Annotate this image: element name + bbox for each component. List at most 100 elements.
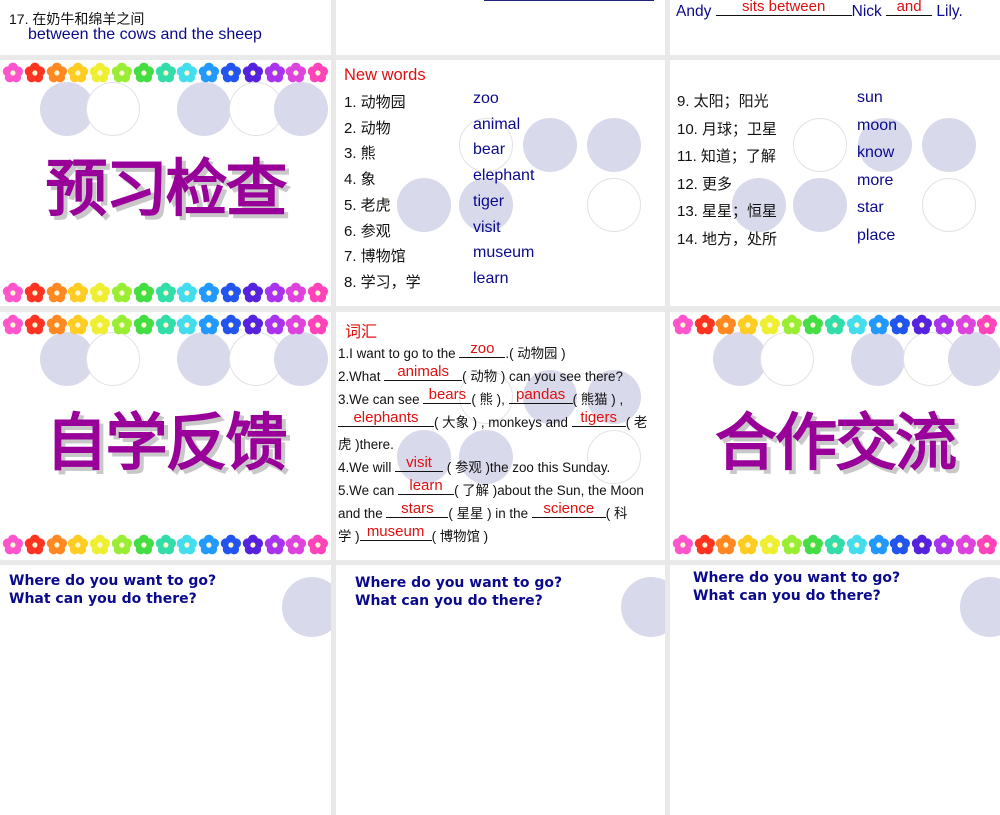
flower-icon xyxy=(737,534,759,556)
slide-thumbnail-new-words-2[interactable]: 9. 太阳；阳光 sun 10. 月球；卫星 moon 11. 知道；了解 know 12.… xyxy=(670,60,1000,306)
flower-icon xyxy=(802,534,824,556)
flower-icon xyxy=(933,534,955,556)
exercise-line-4: elephants( 大象 ) , monkeys and tigers( 老 xyxy=(338,410,665,434)
flower-icon xyxy=(242,314,264,336)
sentence-word-andy: Andy xyxy=(676,3,712,20)
exercise-line-7: 5.We can learn( 了解 )about the Sun, the M… xyxy=(338,477,644,498)
sentence-word-lily: Lily. xyxy=(936,3,963,20)
answer-blank: stars xyxy=(386,501,449,518)
answer-blank: pandas xyxy=(508,387,573,404)
exercise-heading: 词汇 xyxy=(345,324,378,341)
flower-icon xyxy=(264,314,286,336)
flower-icon xyxy=(868,534,890,556)
decor-circle xyxy=(274,332,328,386)
slide-thumbnail-cooperation[interactable]: 合作交流 xyxy=(670,312,1000,560)
decor-circle xyxy=(793,118,847,172)
slide-thumbnail-preview-check[interactable]: 预习检查 xyxy=(0,60,331,306)
flower-icon xyxy=(176,282,198,304)
sentence-word-nick: Nick xyxy=(851,3,882,20)
vocab-item-en: museum xyxy=(473,244,535,262)
decor-circle xyxy=(523,118,577,172)
decor-circle xyxy=(922,118,976,172)
flower-icon xyxy=(155,314,177,336)
decor-circle xyxy=(922,178,976,232)
flower-icon xyxy=(2,314,24,336)
vocab-item-en: learn xyxy=(473,269,509,287)
flower-icon xyxy=(781,314,803,336)
slide-title: 合作交流 xyxy=(714,406,957,479)
decor-circle xyxy=(86,332,140,386)
flower-icon xyxy=(24,282,46,304)
flower-icon xyxy=(672,534,694,556)
flower-icon xyxy=(111,282,133,304)
vocab-item-cn: 8. 学习，学 xyxy=(344,273,421,291)
flower-icon xyxy=(220,282,242,304)
decor-circle xyxy=(760,332,814,386)
flower-icon xyxy=(824,314,846,336)
slide-thumbnail-questions-3[interactable]: Where do you want to go? What can you do… xyxy=(670,565,1000,815)
flower-icon xyxy=(824,534,846,556)
vocab-item-cn: 5. 老虎 xyxy=(344,196,391,214)
question-1: Where do you want to go? xyxy=(693,570,901,586)
vocab-item-cn: 10. 月球；卫星 xyxy=(677,120,778,138)
decor-circle xyxy=(177,332,231,386)
flower-icon xyxy=(2,534,24,556)
vocab-item-17-en: between the cows and the sheep xyxy=(28,26,262,43)
flower-icon xyxy=(802,314,824,336)
slide-thumbnail-self-study[interactable]: 自学反馈 xyxy=(0,312,331,560)
flower-border-bottom xyxy=(2,532,329,558)
exercise-body: 1.I want to go to the zoo .( 动物园 ) 2.What… xyxy=(338,341,665,548)
flower-icon xyxy=(67,314,89,336)
slide-thumbnail-questions-1[interactable]: Where do you want to go? What can you do… xyxy=(0,565,331,815)
vocab-item-cn: 11. 知道；了解 xyxy=(677,148,776,165)
exercise-line-3: 3.We can see bears( 熊 ), pandas( 熊猫 ) , xyxy=(338,386,624,407)
decor-circle xyxy=(960,577,1000,637)
answer-blank: tigers xyxy=(571,410,626,427)
flower-border-bottom xyxy=(2,280,329,306)
vocab-item-cn: 4. 象 xyxy=(344,171,376,189)
slide-title: 预习检查 xyxy=(45,152,287,225)
exercise-line-9: 学 ) museum( 博物馆 ) xyxy=(338,523,489,544)
flower-icon xyxy=(89,534,111,556)
vocab-item-cn: 1. 动物园 xyxy=(344,94,406,111)
flower-icon xyxy=(911,534,933,556)
flower-icon xyxy=(672,314,694,336)
decor-circle xyxy=(793,178,847,232)
slide-thumbnail-vocab-17[interactable]: 17. 在奶牛和绵羊之间 between the cows and the sh… xyxy=(0,0,331,55)
flower-icon xyxy=(111,62,133,84)
flower-border-bottom xyxy=(672,532,998,558)
flower-icon xyxy=(285,282,307,304)
flower-icon xyxy=(307,62,329,84)
vocab-item-cn: 3. 熊 xyxy=(344,145,376,163)
vocab-item-cn: 7. 博物馆 xyxy=(344,248,406,266)
flower-icon xyxy=(155,534,177,556)
flower-icon xyxy=(264,62,286,84)
flower-icon xyxy=(46,314,68,336)
flower-icon xyxy=(155,62,177,84)
flower-icon xyxy=(694,534,716,556)
flower-icon xyxy=(24,534,46,556)
flower-icon xyxy=(868,314,890,336)
vocab-item-cn: 14. 地方，处所 xyxy=(677,230,778,248)
flower-icon xyxy=(846,534,868,556)
flower-icon xyxy=(89,282,111,304)
vocab-item-cn: 6. 参观 xyxy=(344,222,391,240)
question-2: What can you do there? xyxy=(9,591,197,607)
exercise-line-6: 4.We will visit ( 参观 )the zoo this Sunda… xyxy=(338,454,611,475)
flower-icon xyxy=(89,314,111,336)
slide-thumbnail-new-words-1[interactable]: New words 1. 动物园 zoo 2. 动物 animal 3. 熊 bear 4.… xyxy=(336,60,665,306)
flower-icon xyxy=(198,314,220,336)
vocab-item-en: visit xyxy=(473,218,501,236)
vocab-item-cn: 13. 星星；恒星 xyxy=(677,203,778,220)
vocab-item-cn: 12. 更多 xyxy=(677,175,733,193)
slide-thumbnail-sentence[interactable]: Andy sits between Nick and Lily. xyxy=(670,0,1000,55)
answer-blank: zoo xyxy=(459,341,506,358)
flower-icon xyxy=(242,534,264,556)
slide-thumbnail-partial[interactable] xyxy=(336,0,665,55)
slide-thumbnail-questions-2[interactable]: Where do you want to go? What can you do… xyxy=(336,565,665,815)
question-2: What can you do there? xyxy=(693,588,881,604)
flower-icon xyxy=(220,62,242,84)
slide-thumbnail-vocab-exercise[interactable]: 词汇 1.I want to go to the zoo .( 动物园 ) 2.W… xyxy=(336,312,665,560)
flower-icon xyxy=(46,534,68,556)
flower-icon xyxy=(133,534,155,556)
